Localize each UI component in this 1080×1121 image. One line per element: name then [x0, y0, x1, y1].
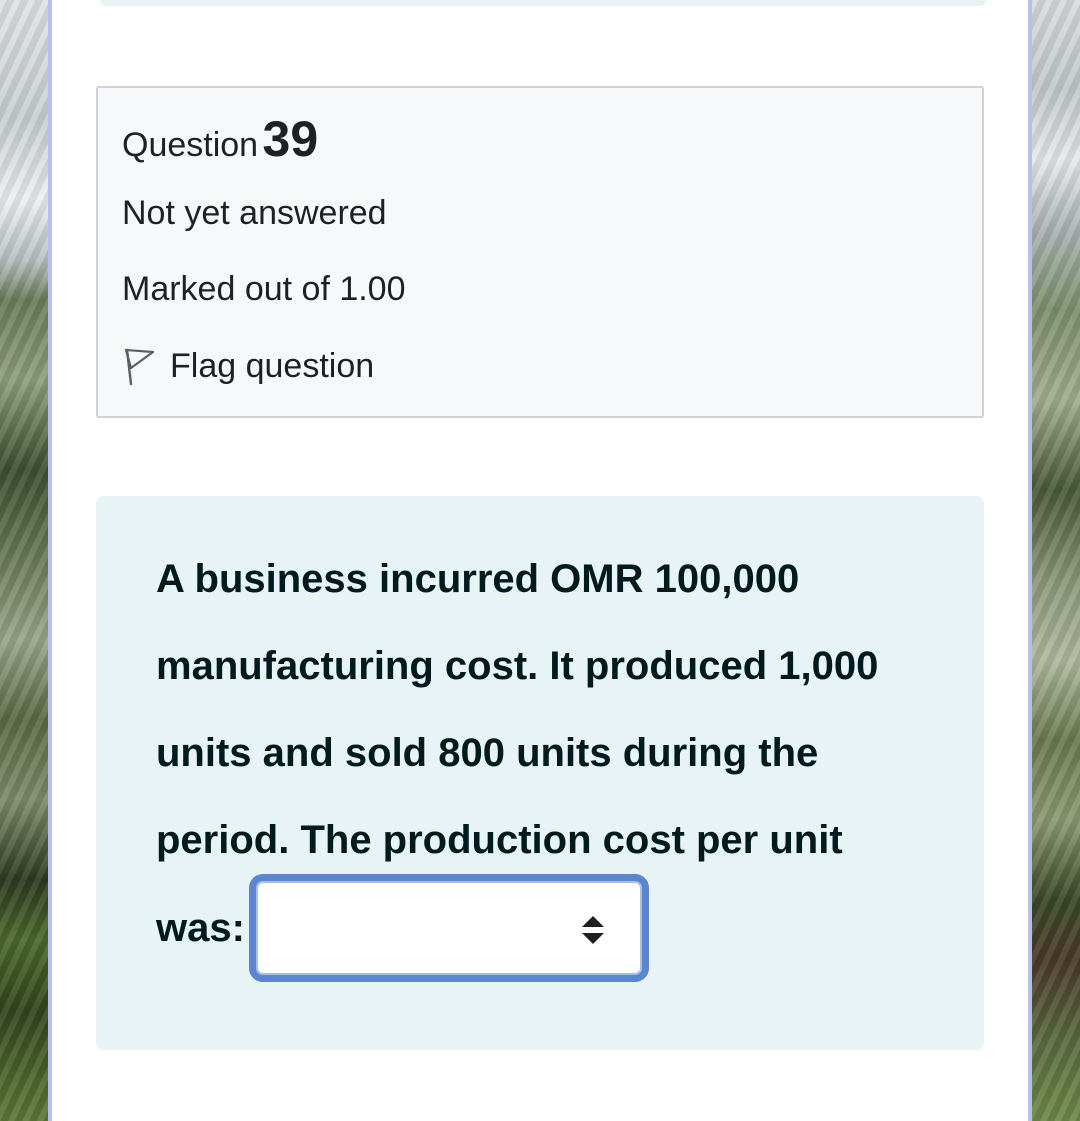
select-caret-icon — [580, 915, 606, 945]
question-label: Question — [122, 126, 259, 164]
question-text: A business incurred OMR 100,000 manufact… — [156, 557, 879, 862]
flag-outline-icon — [122, 346, 156, 386]
question-heading: Question 39 — [122, 110, 318, 168]
background-photo-left — [0, 0, 48, 1121]
flag-question-link[interactable]: Flag question — [122, 346, 374, 386]
background-photo-right — [1032, 0, 1080, 1121]
flag-question-label: Flag question — [170, 346, 375, 385]
previous-question-content-edge — [100, 0, 986, 6]
answer-prefix-label: was: — [156, 905, 245, 950]
answer-row: was: — [156, 874, 649, 982]
question-grade: Marked out of 1.00 — [122, 270, 406, 308]
question-number: 39 — [262, 111, 319, 167]
answer-select[interactable] — [248, 874, 649, 982]
page-main-column: Question 39 Not yet answered Marked out … — [48, 0, 1032, 1121]
question-state: Not yet answered — [122, 194, 387, 232]
question-info-panel: Question 39 Not yet answered Marked out … — [96, 86, 984, 418]
question-content-panel: A business incurred OMR 100,000 manufact… — [96, 496, 984, 1050]
